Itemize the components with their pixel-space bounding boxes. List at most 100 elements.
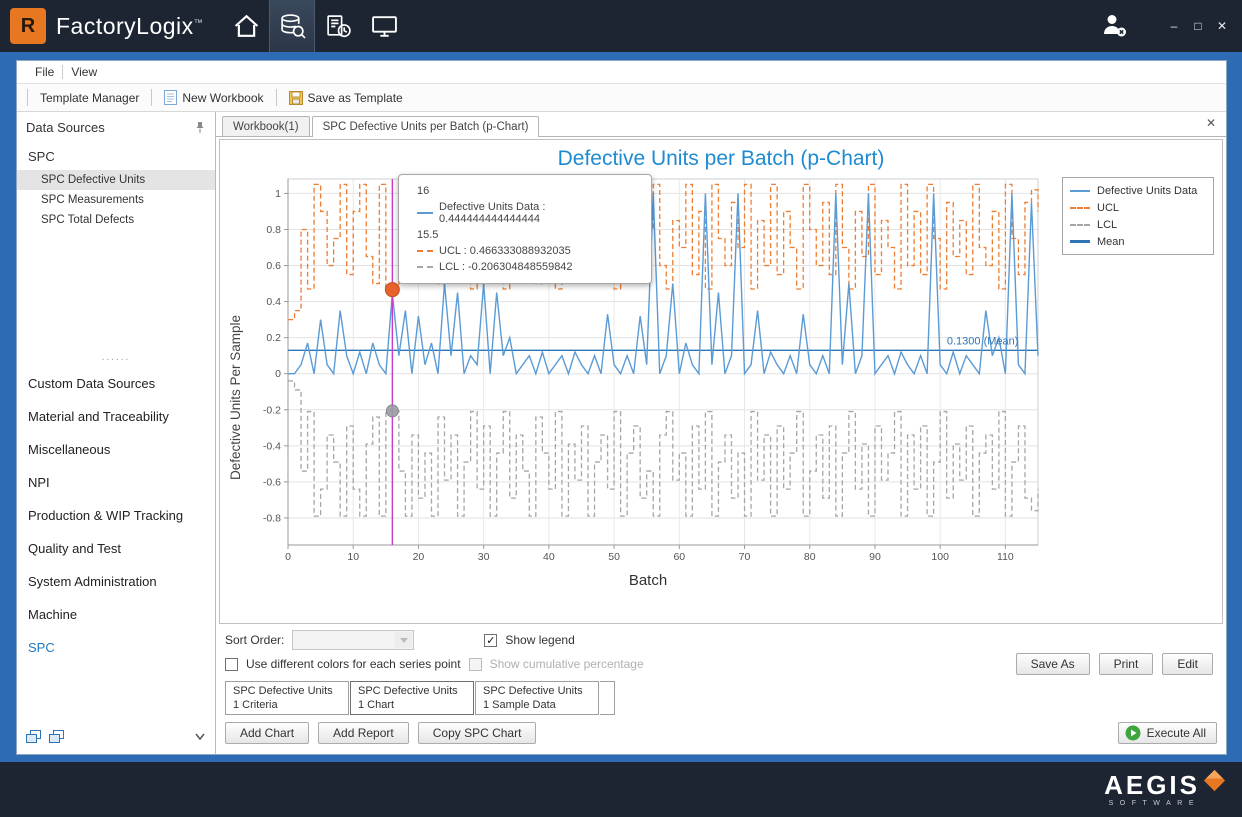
svg-text:90: 90: [869, 551, 881, 563]
minimize-button[interactable]: –: [1162, 15, 1186, 37]
svg-text:30: 30: [478, 551, 490, 563]
close-button[interactable]: ✕: [1210, 15, 1234, 37]
svg-text:0.6: 0.6: [266, 260, 281, 272]
show-legend-checkbox[interactable]: [484, 634, 497, 647]
monitor-icon[interactable]: [361, 0, 407, 52]
new-workbook-button[interactable]: New Workbook: [158, 88, 269, 107]
chart-controls: Sort Order: Show legend Use different co…: [219, 624, 1223, 678]
tooltip-group-1: 16: [409, 183, 641, 199]
sort-order-label: Sort Order:: [225, 633, 284, 647]
close-tab-icon[interactable]: ✕: [1206, 116, 1216, 130]
subtab-spc-defective-units-1-chart[interactable]: SPC Defective Units 1 Chart: [350, 681, 474, 715]
svg-text:-0.6: -0.6: [263, 476, 281, 488]
legend-label-defective-units-data: Defective Units Data: [1097, 185, 1197, 197]
show-legend-label[interactable]: Show legend: [505, 633, 574, 647]
copy-spc-chart-button[interactable]: Copy SPC Chart: [418, 722, 537, 744]
template-manager-label: Template Manager: [40, 91, 139, 105]
user-logout-icon[interactable]: [1100, 11, 1128, 42]
menu-view[interactable]: View: [63, 65, 105, 79]
execute-all-button[interactable]: Execute All: [1118, 722, 1217, 744]
aegis-brand: AEGIS: [1104, 770, 1200, 800]
controls-row-2: Use different colors for each series poi…: [225, 652, 1217, 676]
legend-item-defective-units-data: Defective Units Data: [1070, 182, 1206, 199]
workbook-tabs: Workbook(1)SPC Defective Units per Batch…: [222, 115, 541, 136]
save-as-template-icon: [289, 91, 303, 105]
lcl-series-sample: [417, 266, 433, 268]
home-icon[interactable]: [223, 0, 269, 52]
legend-label-lcl: LCL: [1097, 219, 1117, 231]
sidebar-category-system-administration[interactable]: System Administration: [17, 565, 215, 598]
data-series-sample: [417, 212, 433, 214]
main-area: Data Sources SPC SPC Defective UnitsSPC …: [17, 112, 1226, 754]
collapse-chevron-icon[interactable]: [194, 730, 206, 744]
svg-text:10: 10: [347, 551, 359, 563]
legend-label-ucl: UCL: [1097, 202, 1119, 214]
tile-windows-icon[interactable]: [49, 730, 65, 744]
sidebar-category-production-wip-tracking[interactable]: Production & WIP Tracking: [17, 499, 215, 532]
sidebar-item-spc-defective-units[interactable]: SPC Defective Units: [17, 170, 215, 190]
menu-file[interactable]: File: [27, 65, 62, 79]
data-sources-panel: Data Sources SPC SPC Defective UnitsSPC …: [17, 112, 216, 754]
tab-workbook-1[interactable]: Workbook(1): [222, 116, 310, 136]
use-different-colors-label[interactable]: Use different colors for each series poi…: [246, 657, 461, 671]
data-sources-header: Data Sources: [17, 112, 215, 142]
chart-action-buttons: Save As Print Edit: [1016, 653, 1213, 675]
sidebar-category-machine[interactable]: Machine: [17, 598, 215, 631]
titlebar-nav: [223, 0, 407, 52]
maximize-button[interactable]: □: [1186, 15, 1210, 37]
sidebar-footer: [17, 724, 215, 754]
template-manager-button[interactable]: Template Manager: [34, 89, 145, 107]
database-search-icon[interactable]: [269, 0, 315, 52]
pin-icon[interactable]: [194, 121, 206, 134]
sort-order-select[interactable]: [292, 630, 414, 650]
sidebar-category-miscellaneous[interactable]: Miscellaneous: [17, 433, 215, 466]
svg-text:50: 50: [608, 551, 620, 563]
svg-text:-0.4: -0.4: [263, 440, 281, 452]
sidebar-item-spc-total-defects[interactable]: SPC Total Defects: [17, 210, 215, 230]
sidebar-spacer: [17, 230, 215, 348]
svg-text:60: 60: [673, 551, 685, 563]
add-chart-button[interactable]: Add Chart: [225, 722, 309, 744]
chart-legend: Defective Units DataUCLLCLMean: [1062, 177, 1214, 255]
new-workbook-icon: [164, 90, 177, 105]
svg-text:0: 0: [285, 551, 291, 563]
spc-chart-panel: Defective Units per Batch (p-Chart) Defe…: [219, 139, 1223, 624]
toolbar-separator: [276, 89, 277, 106]
tab-spc-defective-units-per-batch-p-chart[interactable]: SPC Defective Units per Batch (p-Chart): [312, 116, 540, 137]
sidebar-category-material-and-traceability[interactable]: Material and Traceability: [17, 400, 215, 433]
logo-glyph: R: [21, 15, 35, 38]
y-axis-label: Defective Units Per Sample: [224, 171, 248, 623]
ucl-series-sample: [417, 250, 433, 252]
svg-text:0: 0: [275, 368, 281, 380]
use-different-colors-checkbox[interactable]: [225, 658, 238, 671]
show-cumulative-label: Show cumulative percentage: [490, 657, 644, 671]
tooltip-line-lcl: LCL : -0.206304848559842: [409, 259, 641, 275]
sidebar-divider-dots: ......: [17, 348, 215, 367]
bottom-actions: Add Chart Add Report Copy SPC Chart Execut…: [219, 715, 1223, 750]
sidebar-category-quality-and-test[interactable]: Quality and Test: [17, 532, 215, 565]
clipboard-clock-icon[interactable]: [315, 0, 361, 52]
print-button[interactable]: Print: [1099, 653, 1154, 675]
sidebar-item-spc-measurements[interactable]: SPC Measurements: [17, 190, 215, 210]
subtab-spc-defective-units-1-criteria[interactable]: SPC Defective Units 1 Criteria: [225, 681, 349, 715]
sidebar-category-custom-data-sources[interactable]: Custom Data Sources: [17, 367, 215, 400]
save-as-button[interactable]: Save As: [1016, 653, 1090, 675]
aegis-logo: AEGIS SOFTWARE: [1104, 772, 1222, 807]
tooltip-line-data: Defective Units Data : 0.444444444444444: [409, 199, 641, 227]
data-sources-title: Data Sources: [26, 120, 105, 135]
svg-text:40: 40: [543, 551, 555, 563]
save-as-template-button[interactable]: Save as Template: [283, 89, 409, 107]
tooltip-group-2: 15.5: [409, 227, 641, 243]
subtab-stub: [600, 681, 615, 715]
tooltip-line-ucl: UCL : 0.466333088932035: [409, 243, 641, 259]
svg-text:0.2: 0.2: [266, 332, 281, 344]
subtab-spc-defective-units-1-sample-data[interactable]: SPC Defective Units 1 Sample Data: [475, 681, 599, 715]
sidebar-group-spc[interactable]: SPC: [17, 142, 215, 170]
cascade-windows-icon[interactable]: [26, 730, 42, 744]
add-report-button[interactable]: Add Report: [318, 722, 409, 744]
sidebar-category-spc[interactable]: SPC: [17, 631, 215, 664]
sidebar-category-npi[interactable]: NPI: [17, 466, 215, 499]
edit-button[interactable]: Edit: [1162, 653, 1213, 675]
svg-text:-0.2: -0.2: [263, 404, 281, 416]
main-window-content: File View Template Manager New Workbook …: [16, 60, 1227, 755]
